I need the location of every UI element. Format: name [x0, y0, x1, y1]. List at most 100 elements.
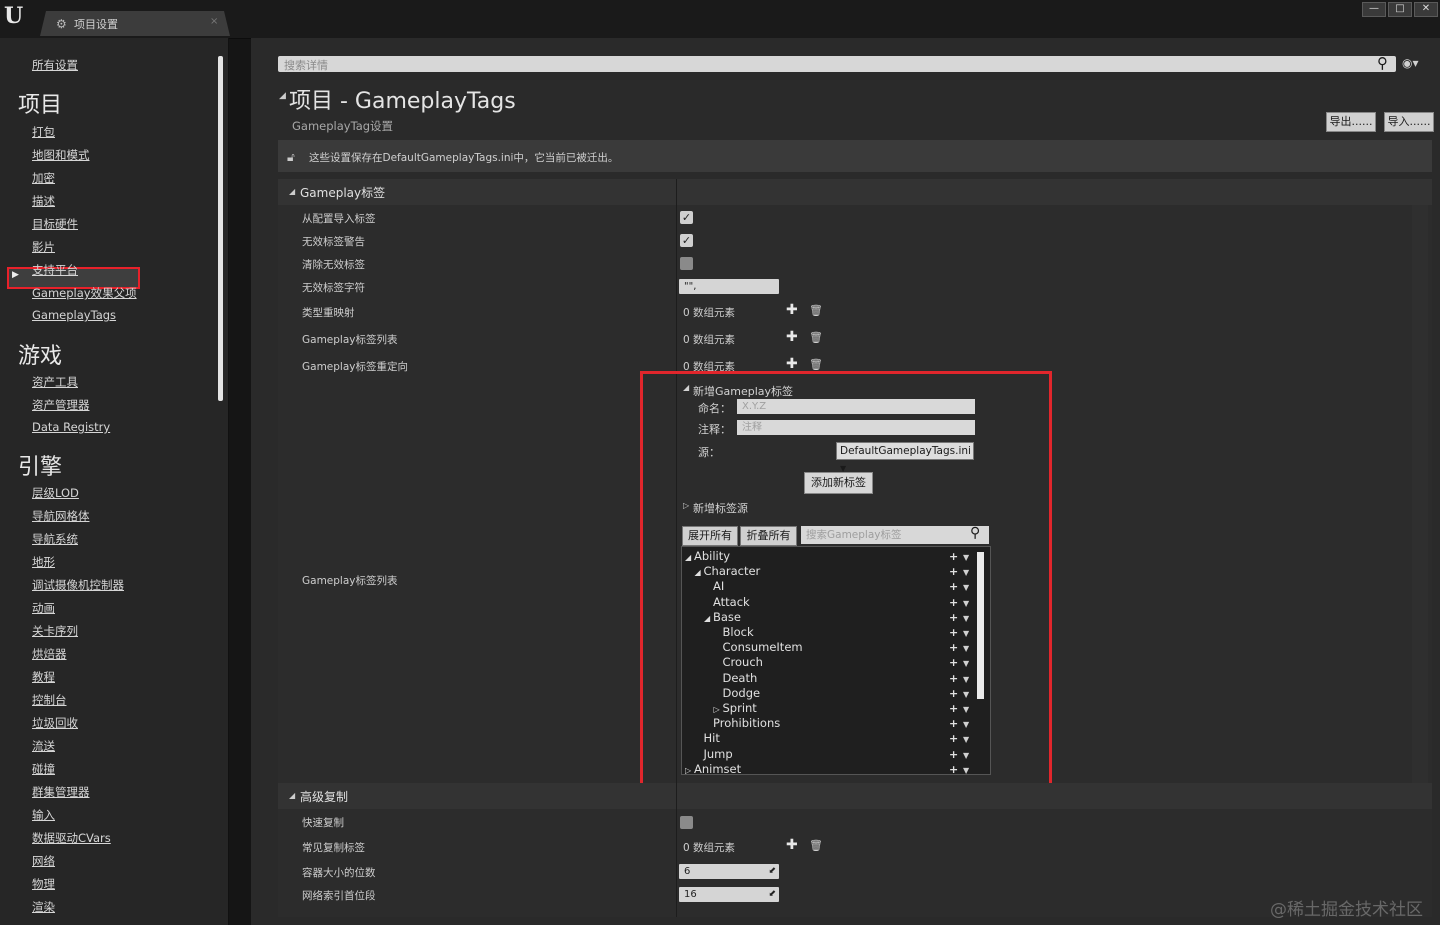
- spin-arrows-icon[interactable]: ⬋: [768, 864, 776, 879]
- sidebar-item-debug-camera[interactable]: 调试摄像机控制器: [32, 577, 124, 593]
- prop-warn-invalid: 无效标签警告: [302, 236, 365, 248]
- sidebar-item-hlod[interactable]: 层级LOD: [32, 485, 79, 501]
- sidebar-item-data-driven-cvars[interactable]: 数据驱动CVars: [32, 830, 111, 846]
- category-advanced-replication[interactable]: [278, 783, 1432, 809]
- search-icon[interactable]: ⚲: [1377, 54, 1388, 72]
- prop-tag-redirects: Gameplay标签重定向: [302, 361, 408, 373]
- prop-clear-invalid: 清除无效标签: [302, 259, 365, 271]
- array-count: 0 数组元素: [683, 307, 736, 319]
- sidebar-item-target-hardware[interactable]: 目标硬件: [32, 216, 78, 232]
- minimize-button[interactable]: —: [1362, 2, 1386, 17]
- trash-icon[interactable]: 🗑︎: [809, 304, 823, 317]
- checkbox-warn-invalid[interactable]: ✓: [680, 234, 693, 247]
- sidebar-item-level-sequence[interactable]: 关卡序列: [32, 623, 78, 639]
- annotation-highlight-box: [640, 371, 1052, 793]
- trash-icon[interactable]: 🗑︎: [809, 358, 823, 371]
- category-gameplay-tags-label: Gameplay标签: [300, 186, 386, 200]
- maximize-button[interactable]: □: [1388, 2, 1412, 17]
- selected-arrow-icon: ▶: [12, 270, 19, 280]
- details-scrollbar-track[interactable]: [1412, 205, 1428, 783]
- export-button[interactable]: 导出......: [1326, 112, 1376, 132]
- add-element-icon[interactable]: ✚: [786, 837, 798, 853]
- array-count: 0 数组元素: [683, 842, 736, 854]
- add-element-icon[interactable]: ✚: [786, 329, 798, 345]
- prop-net-index-segment: 网络索引首位段: [302, 890, 376, 902]
- prop-fast-replication: 快速复制: [302, 817, 344, 829]
- search-details-input[interactable]: [278, 56, 1396, 72]
- settings-gear-icon: ⚙: [56, 17, 67, 31]
- sidebar-item-network[interactable]: 网络: [32, 853, 55, 869]
- prop-tag-list: Gameplay标签列表: [302, 334, 398, 346]
- sidebar-item-crowd-manager[interactable]: 群集管理器: [32, 784, 90, 800]
- checkbox-import-from-config[interactable]: ✓: [680, 211, 693, 224]
- sidebar-item-description[interactable]: 描述: [32, 193, 55, 209]
- sidebar-item-garbage-collection[interactable]: 垃圾回收: [32, 715, 78, 731]
- sidebar-item-rendering[interactable]: 渲染: [32, 899, 55, 915]
- page-title: 项目 - GameplayTags: [289, 89, 516, 114]
- add-element-icon[interactable]: ✚: [786, 356, 798, 372]
- sidebar-item-input[interactable]: 输入: [32, 807, 55, 823]
- sidebar-item-encryption[interactable]: 加密: [32, 170, 55, 186]
- trash-icon[interactable]: 🗑︎: [809, 839, 823, 852]
- sidebar-item-asset-tools[interactable]: 资产工具: [32, 374, 78, 390]
- title-bar: U ⚙ 项目设置 × — □ ✕: [0, 0, 1440, 39]
- close-window-button[interactable]: ✕: [1414, 2, 1438, 17]
- prop-invalid-chars: 无效标签字符: [302, 282, 365, 294]
- sidebar-item-supported-platforms[interactable]: 支持平台: [32, 262, 78, 278]
- add-element-icon[interactable]: ✚: [786, 302, 798, 318]
- search-placeholder: 搜索详情: [284, 59, 328, 72]
- net-index-value: 16: [684, 889, 697, 900]
- collapse-triangle-icon[interactable]: ◢: [279, 91, 286, 101]
- sidebar-item-physics[interactable]: 物理: [32, 876, 55, 892]
- watermark: @稀土掘金技术社区: [1270, 900, 1423, 920]
- sidebar-item-landscape[interactable]: 地形: [32, 554, 55, 570]
- sidebar-section-game: 游戏: [18, 344, 63, 369]
- sidebar-item-maps-modes[interactable]: 地图和模式: [32, 147, 90, 163]
- property-grid-advanced: [278, 809, 1432, 917]
- sidebar-item-packaging[interactable]: 打包: [32, 124, 55, 140]
- notice-text: 这些设置保存在DefaultGameplayTags.ini中，它当前已被迁出。: [309, 152, 619, 164]
- sidebar-item-gameplaytags[interactable]: GameplayTags: [32, 308, 116, 322]
- import-button[interactable]: 导入......: [1384, 112, 1434, 132]
- page-subtitle: GameplayTag设置: [292, 119, 394, 133]
- net-index-input[interactable]: 16 ⬋: [679, 887, 779, 902]
- category-gameplay-tags[interactable]: [278, 179, 1432, 205]
- tab-label: 项目设置: [74, 18, 118, 31]
- sidebar-item-animation[interactable]: 动画: [32, 600, 55, 616]
- category-collapse-icon[interactable]: ◢: [289, 791, 295, 800]
- prop-import-from-config: 从配置导入标签: [302, 213, 376, 225]
- sidebar-item-streaming[interactable]: 流送: [32, 738, 55, 754]
- sidebar-item-asset-manager[interactable]: 资产管理器: [32, 397, 90, 413]
- sidebar-section-engine: 引擎: [18, 455, 63, 480]
- prop-tag-list-editor: Gameplay标签列表: [302, 575, 398, 587]
- unreal-logo-icon: U: [4, 3, 24, 29]
- prop-common-replicated-tags: 常见复制标签: [302, 842, 365, 854]
- array-count: 0 数组元素: [683, 334, 736, 346]
- spin-arrows-icon[interactable]: ⬋: [768, 887, 776, 902]
- category-advanced-replication-label: 高级复制: [300, 790, 349, 804]
- container-bits-input[interactable]: 6 ⬋: [679, 864, 779, 879]
- sidebar-item-data-registry[interactable]: Data Registry: [32, 420, 110, 434]
- sidebar-item-all-settings[interactable]: 所有设置: [32, 57, 78, 73]
- sidebar-item-nav-system[interactable]: 导航系统: [32, 531, 78, 547]
- sidebar-item-tutorials[interactable]: 教程: [32, 669, 55, 685]
- visibility-eye-icon[interactable]: ◉▾: [1402, 56, 1419, 70]
- prop-container-size-bits: 容器大小的位数: [302, 867, 376, 879]
- sidebar-item-console[interactable]: 控制台: [32, 692, 67, 708]
- sidebar-scrollbar[interactable]: [218, 56, 223, 401]
- sidebar-item-cooker[interactable]: 烘焙器: [32, 646, 67, 662]
- sidebar-item-gameplay-effects-parents[interactable]: Gameplay效果父项: [32, 285, 137, 301]
- sidebar-item-movies[interactable]: 影片: [32, 239, 55, 255]
- sidebar-item-navmesh[interactable]: 导航网格体: [32, 508, 90, 524]
- category-collapse-icon[interactable]: ◢: [289, 187, 295, 196]
- tab-project-settings[interactable]: ⚙ 项目设置 ×: [40, 11, 230, 36]
- invalid-chars-input[interactable]: "",: [679, 279, 779, 294]
- checkbox-clear-invalid[interactable]: [680, 257, 693, 270]
- trash-icon[interactable]: 🗑︎: [809, 331, 823, 344]
- container-bits-value: 6: [684, 866, 691, 877]
- column-divider[interactable]: [676, 783, 677, 917]
- sidebar-item-collision[interactable]: 碰撞: [32, 761, 55, 777]
- unlock-icon: 🔓︎: [287, 150, 295, 164]
- tab-close-icon[interactable]: ×: [210, 16, 218, 27]
- checkbox-fast-replication[interactable]: [680, 816, 693, 829]
